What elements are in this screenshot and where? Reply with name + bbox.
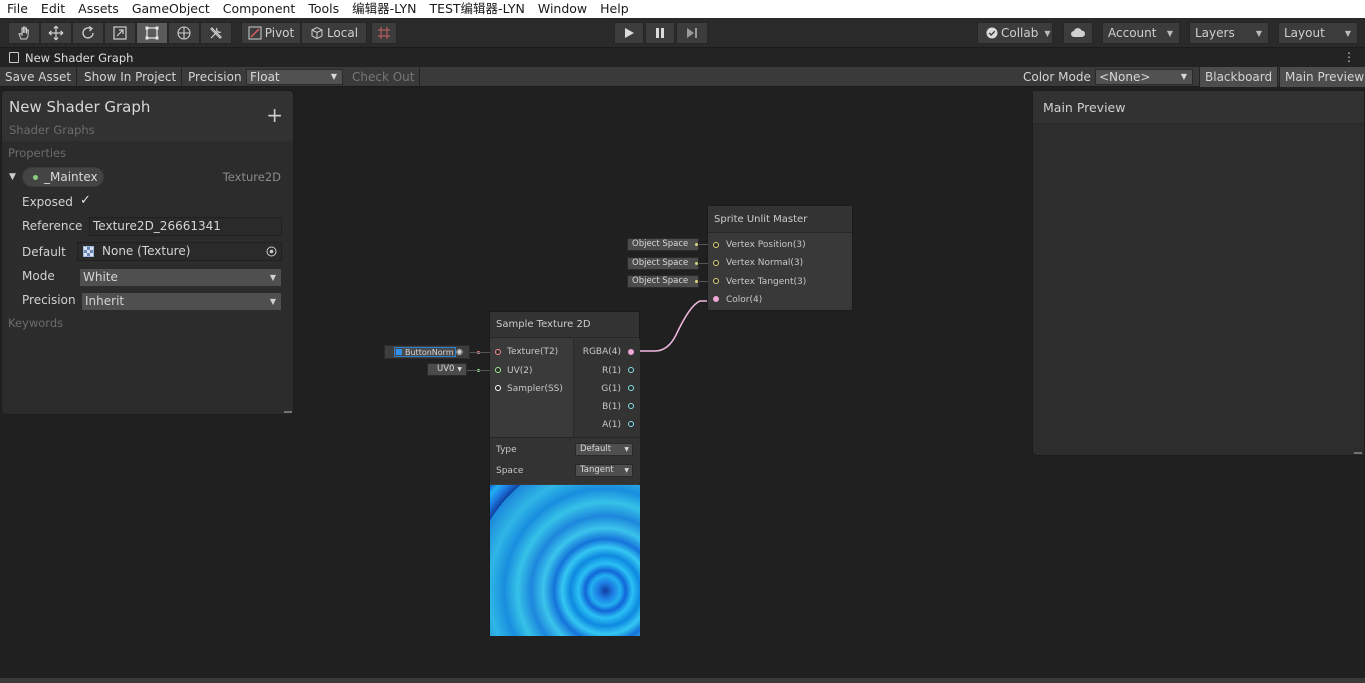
space-label: Object Space: [632, 276, 689, 286]
texture-thumbnail-icon: [396, 349, 402, 355]
mode-label: Mode: [22, 269, 55, 283]
texture-input-chip[interactable]: ButtonNorm ◉: [384, 345, 470, 359]
property-pill[interactable]: _Maintex: [22, 167, 104, 187]
r-output-port[interactable]: [628, 367, 634, 373]
object-picker-icon[interactable]: [266, 246, 277, 257]
type-value: Default: [580, 444, 612, 454]
reference-value: Texture2D_26661341: [93, 219, 221, 233]
node-title: Sprite Unlit Master: [708, 206, 852, 233]
chevron-down-icon: ▼: [269, 297, 276, 306]
blackboard-subtitle: Shader Graphs: [9, 123, 95, 137]
uv-input-value: UV0: [437, 364, 455, 374]
keywords-header: Keywords: [8, 316, 64, 330]
uv-input-port[interactable]: [495, 367, 501, 373]
blackboard-panel: New Shader Graph Shader Graphs + Propert…: [1, 90, 294, 415]
main-preview-title: Main Preview: [1043, 100, 1126, 115]
vertex-tangent-space-chip[interactable]: Object Space: [627, 275, 699, 288]
vertex-position-port[interactable]: [713, 242, 719, 248]
mode-value: White: [83, 270, 118, 284]
rgba-to-color-connection: [633, 300, 716, 352]
main-preview-panel: Main Preview: [1032, 90, 1365, 456]
texture-object-field[interactable]: ButtonNorm: [394, 347, 456, 357]
a-output-label: A(1): [602, 420, 621, 430]
resize-handle[interactable]: [284, 411, 292, 413]
chevron-down-icon: ▼: [457, 366, 462, 373]
texture-input-value: ButtonNorm: [405, 348, 454, 357]
texture-icon: [83, 246, 94, 257]
exposed-checkbox[interactable]: ✓: [80, 193, 91, 208]
space-label: Object Space: [632, 258, 689, 268]
color-label: Color(4): [726, 295, 763, 305]
color-port[interactable]: [713, 296, 719, 302]
chip-connector-line: [467, 370, 490, 371]
chip-connector-line: [699, 244, 708, 245]
type-label: Type: [496, 445, 517, 455]
mode-dropdown[interactable]: White ▼: [79, 268, 282, 287]
sprite-unlit-master-node[interactable]: Sprite Unlit Master Vertex Position(3) V…: [707, 205, 853, 311]
exposed-label: Exposed: [22, 195, 73, 209]
precision-value: Inherit: [85, 294, 125, 308]
chip-connector-line: [470, 352, 490, 353]
chip-connector-line: [699, 281, 708, 282]
reference-label: Reference: [22, 219, 83, 233]
space-label: Space: [496, 466, 524, 476]
sampler-input-port[interactable]: [495, 385, 501, 391]
space-value: Tangent: [580, 465, 614, 475]
vertex-normal-label: Vertex Normal(3): [726, 258, 804, 268]
precision-dropdown[interactable]: Inherit ▼: [81, 292, 282, 311]
b-output-port[interactable]: [628, 403, 634, 409]
property-name: _Maintex: [44, 170, 98, 184]
b-output-label: B(1): [602, 402, 621, 412]
chip-connector-dot: [695, 243, 698, 246]
precision-label: Precision: [22, 293, 76, 307]
blackboard-title: New Shader Graph: [9, 98, 151, 116]
g-output-label: G(1): [601, 384, 621, 394]
resize-handle[interactable]: [1354, 452, 1362, 454]
space-dropdown[interactable]: Tangent ▼: [575, 464, 633, 477]
rgba-output-label: RGBA(4): [582, 347, 621, 357]
add-property-button[interactable]: +: [266, 105, 283, 125]
properties-header: Properties: [8, 146, 67, 160]
uv-channel-dropdown[interactable]: UV0 ▼: [427, 363, 467, 376]
chip-connector-dot: [695, 280, 698, 283]
blackboard-header: New Shader Graph Shader Graphs +: [2, 91, 293, 141]
space-label: Object Space: [632, 239, 689, 249]
property-exposed-dot: [33, 174, 38, 180]
chip-connector-line: [699, 263, 708, 264]
texture-preview: [490, 485, 640, 636]
chevron-down-icon: ▼: [624, 446, 629, 453]
uv-input-label: UV(2): [507, 366, 533, 376]
type-dropdown[interactable]: Default ▼: [575, 443, 633, 456]
sampler-input-label: Sampler(SS): [507, 384, 563, 394]
chevron-down-icon[interactable]: ▼: [9, 172, 16, 182]
texture-input-port[interactable]: [495, 349, 501, 355]
chevron-down-icon: ▼: [624, 467, 629, 474]
sample-texture-2d-node[interactable]: Sample Texture 2D Texture(T2) UV(2) Samp…: [489, 311, 640, 636]
g-output-port[interactable]: [628, 385, 634, 391]
vertex-tangent-port[interactable]: [713, 278, 719, 284]
property-type: Texture2D: [222, 170, 281, 184]
status-bar: [0, 678, 1365, 683]
texture-input-label: Texture(T2): [507, 347, 559, 357]
a-output-port[interactable]: [628, 421, 634, 427]
reference-field[interactable]: Texture2D_26661341: [89, 217, 282, 236]
default-label: Default: [22, 245, 66, 259]
rgba-output-port[interactable]: [628, 349, 634, 355]
vertex-position-label: Vertex Position(3): [726, 240, 806, 250]
vertex-tangent-label: Vertex Tangent(3): [726, 277, 807, 287]
main-preview-header: Main Preview: [1033, 91, 1364, 124]
vertex-normal-port[interactable]: [713, 260, 719, 266]
main-preview-viewport[interactable]: [1033, 125, 1364, 455]
r-output-label: R(1): [601, 366, 621, 376]
default-value: None (Texture): [102, 244, 191, 258]
chevron-down-icon: ▼: [269, 273, 276, 282]
vertex-position-space-chip[interactable]: Object Space: [627, 238, 699, 251]
default-texture-field[interactable]: None (Texture): [77, 242, 282, 261]
vertex-normal-space-chip[interactable]: Object Space: [627, 257, 699, 270]
node-title: Sample Texture 2D: [490, 312, 639, 338]
object-picker-icon[interactable]: ◉: [456, 346, 463, 357]
chip-connector-dot: [695, 262, 698, 265]
